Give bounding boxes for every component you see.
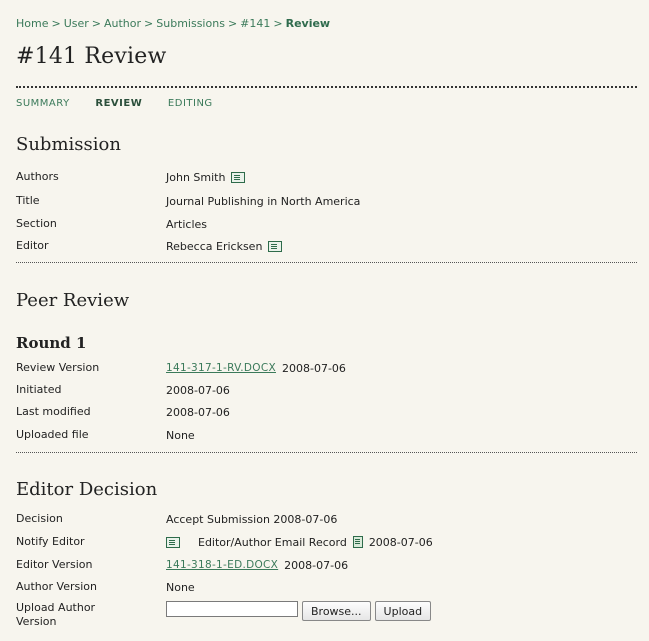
author-version-row: Author Version None <box>16 580 636 594</box>
editor-row: Editor Rebecca Ericksen <box>16 239 636 253</box>
section-divider <box>16 262 637 263</box>
email-record-label: Editor/Author Email Record <box>198 535 347 549</box>
browse-button[interactable]: Browse... <box>302 601 371 621</box>
tab-editing[interactable]: EDITING <box>168 98 213 109</box>
page-title: #141 Review <box>16 44 167 69</box>
upload-button[interactable]: Upload <box>374 601 432 621</box>
section-row: Section Articles <box>16 217 636 231</box>
last-modified-label: Last modified <box>16 405 91 418</box>
authors-value: John Smith <box>166 170 226 184</box>
breadcrumb-submissions[interactable]: Submissions <box>156 17 225 30</box>
section-divider <box>16 452 637 453</box>
tab-summary[interactable]: SUMMARY <box>16 98 70 109</box>
notify-editor-row: Notify Editor Editor/Author Email Record… <box>16 535 636 549</box>
document-icon[interactable] <box>352 536 363 548</box>
file-path-input[interactable] <box>166 601 298 617</box>
initiated-value: 2008-07-06 <box>166 383 230 397</box>
breadcrumb-user[interactable]: User <box>64 17 89 30</box>
upload-label-line2: Version <box>16 615 57 628</box>
review-version-row: Review Version 141-317-1-RV.DOCX 2008-07-… <box>16 361 636 375</box>
breadcrumb-separator: > <box>227 17 238 30</box>
upload-label-line1: Upload Author <box>16 601 96 614</box>
editor-label: Editor <box>16 239 49 252</box>
tab-bar: SUMMARY REVIEW EDITING <box>16 98 235 109</box>
editor-version-row: Editor Version 141-318-1-ED.DOCX 2008-07-… <box>16 558 636 572</box>
editor-version-file-link[interactable]: 141-318-1-ED.DOCX <box>166 559 278 571</box>
upload-author-version-row: Upload Author Version Browse... Upload <box>16 601 636 629</box>
review-version-date: 2008-07-06 <box>282 361 346 375</box>
decision-label: Decision <box>16 512 63 525</box>
mail-icon[interactable] <box>231 171 246 183</box>
section-value: Articles <box>166 217 208 231</box>
breadcrumb: Home > User > Author > Submissions > #141 > Review <box>16 17 330 30</box>
tab-review[interactable]: REVIEW <box>95 98 142 109</box>
breadcrumb-separator: > <box>144 17 154 30</box>
peer-review-heading: Peer Review <box>16 290 130 311</box>
breadcrumb-separator: > <box>273 17 283 30</box>
mail-icon[interactable] <box>166 536 180 548</box>
round-heading: Round 1 <box>16 334 87 352</box>
title-value: Journal Publishing in North America <box>166 194 361 208</box>
authors-row: Authors John Smith <box>16 170 636 184</box>
editor-version-label: Editor Version <box>16 558 93 571</box>
uploaded-file-label: Uploaded file <box>16 428 89 441</box>
author-version-value: None <box>166 580 195 594</box>
authors-label: Authors <box>16 170 59 183</box>
review-version-file-link[interactable]: 141-317-1-RV.DOCX <box>166 362 276 374</box>
editor-value: Rebecca Ericksen <box>166 239 263 253</box>
title-divider <box>16 86 637 88</box>
editor-decision-heading: Editor Decision <box>16 479 158 500</box>
notify-editor-label: Notify Editor <box>16 535 85 548</box>
last-modified-value: 2008-07-06 <box>166 405 230 419</box>
mail-icon[interactable] <box>268 240 283 252</box>
breadcrumb-separator: > <box>51 17 61 30</box>
initiated-label: Initiated <box>16 383 62 396</box>
uploaded-file-row: Uploaded file None <box>16 428 636 442</box>
breadcrumb-submission-id[interactable]: #141 <box>240 17 270 30</box>
title-row: Title Journal Publishing in North Americ… <box>16 194 636 208</box>
editor-version-date: 2008-07-06 <box>284 558 349 572</box>
breadcrumb-author[interactable]: Author <box>104 17 141 30</box>
notify-date: 2008-07-06 <box>368 535 433 549</box>
review-page: Home > User > Author > Submissions > #141 > Review… <box>0 0 649 641</box>
decision-row: Decision Accept Submission 2008-07-06 <box>16 512 636 526</box>
initiated-row: Initiated 2008-07-06 <box>16 383 636 397</box>
review-version-label: Review Version <box>16 361 100 374</box>
uploaded-file-value: None <box>166 428 195 442</box>
breadcrumb-current: Review <box>285 17 331 30</box>
breadcrumb-separator: > <box>91 17 101 30</box>
author-version-label: Author Version <box>16 580 97 593</box>
breadcrumb-home[interactable]: Home <box>16 17 48 30</box>
last-modified-row: Last modified 2008-07-06 <box>16 405 636 419</box>
section-label: Section <box>16 217 57 230</box>
submission-heading: Submission <box>16 134 121 155</box>
decision-value: Accept Submission 2008-07-06 <box>166 512 338 526</box>
title-label: Title <box>16 194 40 207</box>
upload-author-version-label: Upload Author Version <box>16 601 166 629</box>
